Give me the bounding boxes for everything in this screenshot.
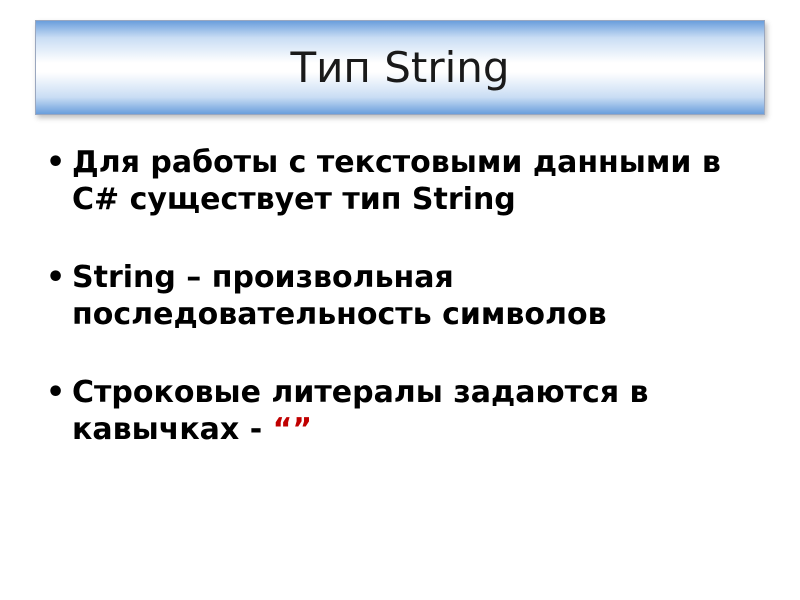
bullet-text: Для работы с текстовыми данными в C# сущ… [72,145,721,217]
bullet-list: Для работы с текстовыми данными в C# сущ… [42,145,760,449]
slide: Тип String Для работы с текстовыми данны… [0,0,800,600]
quote-literal: “” [273,412,312,447]
list-item: String – произвольная последовательность… [42,260,760,333]
content-area: Для работы с текстовыми данными в C# сущ… [42,145,760,491]
bullet-text: String – произвольная последовательность… [72,260,607,332]
slide-title: Тип String [290,43,509,92]
list-item: Для работы с текстовыми данными в C# сущ… [42,145,760,218]
title-box: Тип String [35,20,765,115]
bullet-text: Строковые литералы задаются в кавычках - [72,375,649,447]
list-item: Строковые литералы задаются в кавычках -… [42,375,760,448]
